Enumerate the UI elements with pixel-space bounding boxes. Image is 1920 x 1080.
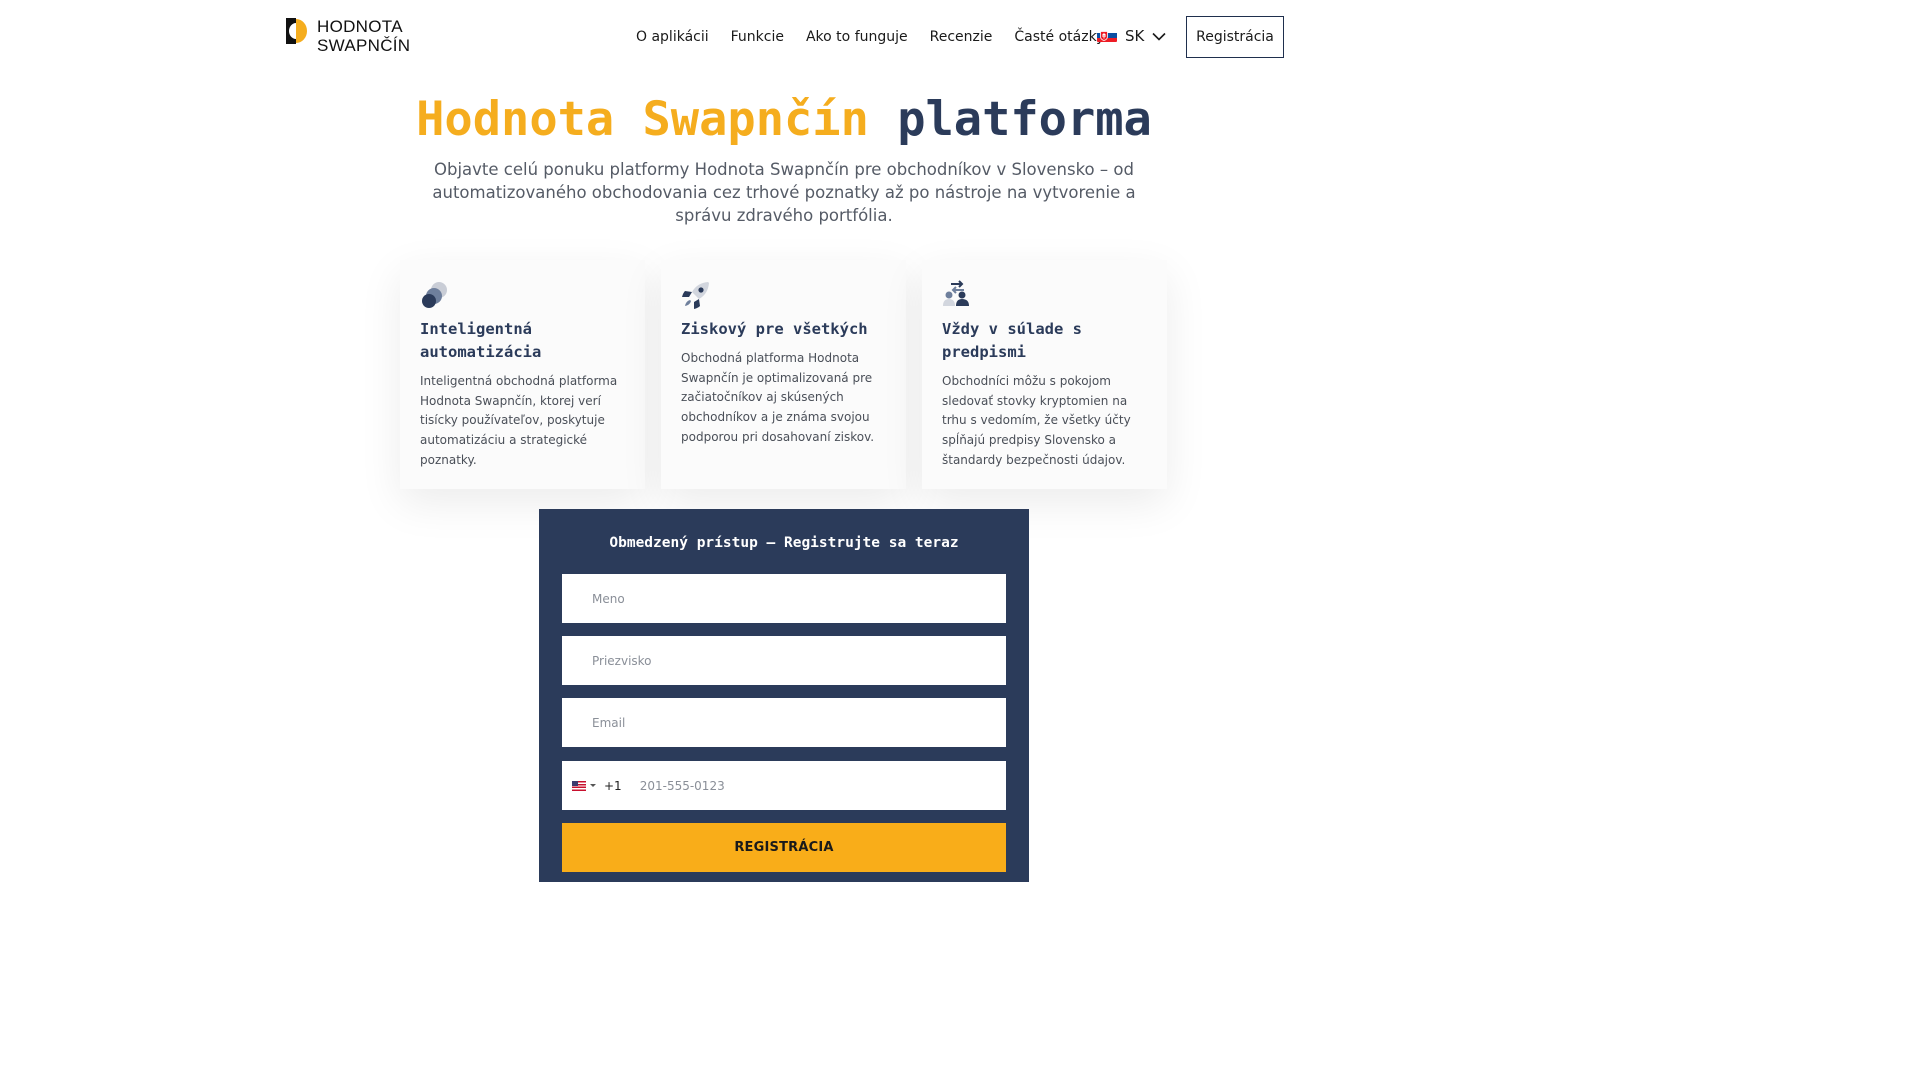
caret-down-icon: [590, 784, 596, 787]
nav-about[interactable]: O aplikácii: [636, 26, 709, 48]
users-exchange-icon: [942, 280, 972, 310]
logo-line-2: SWAPNČÍN: [317, 36, 411, 55]
dial-code: +1: [604, 778, 622, 793]
page-subtitle: Objavte celú ponuku platformy Hodnota Sw…: [432, 160, 1136, 225]
slovakia-flag-icon: [1097, 29, 1117, 42]
us-flag-icon: [572, 780, 586, 791]
feature-card-title: Ziskový pre všetkých: [681, 320, 868, 338]
main-nav: O aplikácii Funkcie Ako to funguje Recen…: [636, 26, 1126, 48]
language-selector[interactable]: SK: [1097, 26, 1166, 45]
feature-card-compliance: Vždy v súlade s predpismi Obchodníci môž…: [922, 260, 1167, 489]
form-title: Obmedzený prístup – Registrujte sa teraz: [609, 535, 959, 551]
rocket-icon: [681, 280, 711, 310]
first-name-field[interactable]: [562, 574, 1006, 623]
feature-card-text: Obchodná platforma Hodnota Swapnčín je o…: [681, 351, 875, 444]
chevron-down-icon: [1152, 26, 1166, 45]
language-code: SK: [1125, 26, 1145, 45]
feature-card-title: Inteligentná automatizácia: [420, 320, 542, 361]
feature-card-automation: Inteligentná automatizácia Inteligentná …: [400, 260, 645, 489]
email-field[interactable]: [562, 698, 1006, 747]
feature-card-title: Vždy v súlade s predpismi: [942, 320, 1082, 361]
feature-card-profit: Ziskový pre všetkých Obchodná platforma …: [661, 260, 906, 489]
logo-mark-icon: [284, 17, 308, 45]
page-title: Hodnota Swapnčín platforma: [0, 90, 1568, 150]
last-name-field[interactable]: [562, 636, 1006, 685]
site-header: HODNOTA SWAPNČÍN O aplikácii Funkcie Ako…: [0, 0, 1568, 76]
header-register-button[interactable]: Registrácia: [1186, 16, 1284, 58]
phone-field: +1: [562, 761, 1006, 810]
logo-line-1: HODNOTA: [317, 17, 403, 36]
automation-circles-icon: [420, 280, 450, 310]
page-title-rest: platforma: [897, 92, 1152, 147]
feature-card-text: Inteligentná obchodná platforma Hodnota …: [420, 374, 618, 467]
nav-how-it-works[interactable]: Ako to funguje: [806, 26, 908, 48]
nav-faq[interactable]: Časté otázky: [1014, 26, 1104, 48]
country-code-selector[interactable]: [572, 780, 604, 791]
nav-features[interactable]: Funkcie: [731, 26, 784, 48]
page-title-accent: Hodnota Swapnčín: [416, 92, 869, 147]
registration-form: Obmedzený prístup – Registrujte sa teraz…: [539, 509, 1029, 882]
phone-input[interactable]: [639, 778, 940, 793]
logo-text: HODNOTA SWAPNČÍN: [317, 17, 410, 55]
feature-card-text: Obchodníci môžu s pokojom sledovať stovk…: [942, 374, 1131, 467]
nav-reviews[interactable]: Recenzie: [930, 26, 993, 48]
register-submit-button[interactable]: REGISTRÁCIA: [562, 823, 1006, 872]
logo[interactable]: HODNOTA SWAPNČÍN: [284, 17, 410, 55]
